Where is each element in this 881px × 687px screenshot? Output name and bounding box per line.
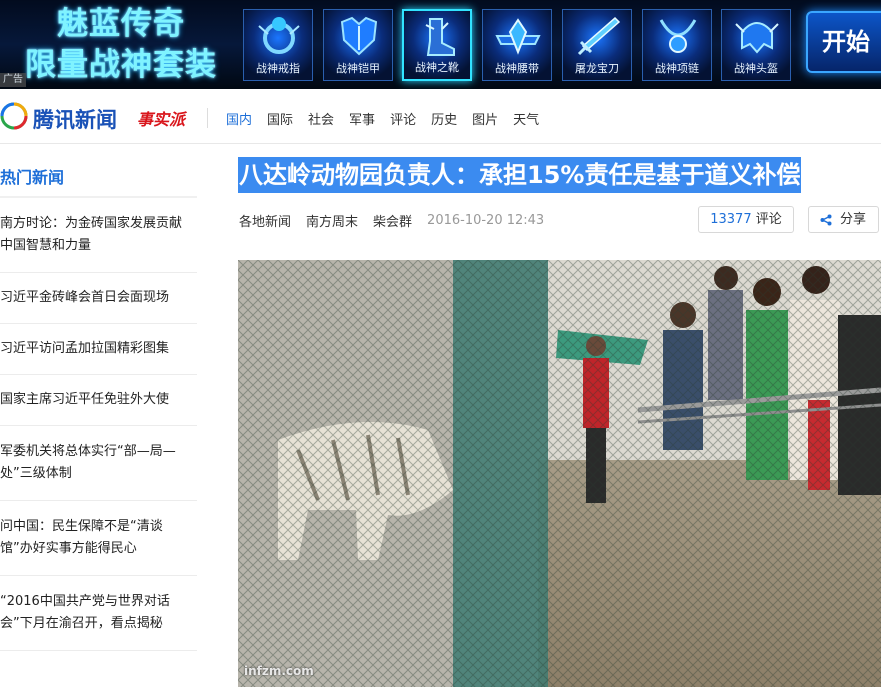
ad-item-label: 战神项链 <box>655 62 699 75</box>
hot-news-line: 处”三级体制 <box>0 466 72 481</box>
share-icon <box>820 214 832 226</box>
hot-news-line: 南方时论：为金砖国家发展贡献 <box>0 216 183 231</box>
ad-item-label: 屠龙宝刀 <box>575 62 619 75</box>
armor-icon <box>340 16 378 56</box>
hot-news-item[interactable]: 问中国：民生保障不是“清谈 馆”办好实事方能得民心 <box>0 501 197 576</box>
hot-news-line: 问中国：民生保障不是“清谈 <box>0 519 163 534</box>
article-photo[interactable] <box>238 260 881 687</box>
hot-news-item[interactable]: 习近平金砖峰会首日会面现场 <box>0 273 197 324</box>
channel-nav: 国内 国际 社会 军事 评论 历史 图片 天气 <box>226 109 554 128</box>
article-author: 柴会群 <box>373 215 413 230</box>
nav-divider <box>207 108 208 128</box>
hot-news-item[interactable]: 习近平访问孟加拉国精彩图集 <box>0 324 197 375</box>
hot-news-line: 中国智慧和力量 <box>0 238 92 253</box>
ad-item-ring[interactable]: 战神戒指 <box>243 9 313 81</box>
hot-news-line: 会”下月在渝召开，看点揭秘 <box>0 616 163 631</box>
ad-banner[interactable]: 魅蓝传奇 限量战神套装 广告 战神戒指 战神铠甲 战神之靴 战神腰带 屠龙宝刀 … <box>0 0 881 89</box>
hot-news-item[interactable]: 国家主席习近平任免驻外大使 <box>0 375 197 426</box>
article-meta: 各地新闻 南方周末 柴会群 2016-10-20 12:43 <box>239 211 544 230</box>
nav-link-pictures[interactable]: 图片 <box>472 109 498 128</box>
hot-news-item[interactable]: “2016中国共产党与世界对话 会”下月在渝召开，看点揭秘 <box>0 576 197 651</box>
ad-item-label: 战神戒指 <box>256 62 300 75</box>
nav-link-international[interactable]: 国际 <box>267 109 293 128</box>
nav-link-military[interactable]: 军事 <box>349 109 375 128</box>
hot-news-list: 南方时论：为金砖国家发展贡献 中国智慧和力量 习近平金砖峰会首日会面现场 习近平访… <box>0 198 197 651</box>
nav-link-weather[interactable]: 天气 <box>513 109 539 128</box>
comment-button[interactable]: 13377 评论 <box>698 206 794 233</box>
ad-title-line2: 限量战神套装 <box>25 47 217 83</box>
ad-item-necklace[interactable]: 战神项链 <box>642 9 712 81</box>
hot-news-line: 习近平访问孟加拉国精彩图集 <box>0 341 170 356</box>
article-source[interactable]: 南方周末 <box>306 211 358 230</box>
share-button[interactable]: 分享 <box>808 206 879 233</box>
ad-title-line1: 魅蓝传奇 <box>57 6 185 42</box>
article-time: 2016-10-20 12:43 <box>427 213 545 228</box>
ring-icon <box>258 17 300 54</box>
logo-text[interactable]: 腾讯新闻 <box>33 104 117 134</box>
ad-item-label: 战神之靴 <box>415 61 459 74</box>
necklace-icon <box>659 19 697 53</box>
hot-news-line: 馆”办好实事方能得民心 <box>0 541 137 556</box>
nav-link-domestic[interactable]: 国内 <box>226 109 252 128</box>
hot-news-line: “2016中国共产党与世界对话 <box>0 594 170 609</box>
hot-news-line: 国家主席习近平任免驻外大使 <box>0 392 170 407</box>
ad-title: 魅蓝传奇 限量战神套装 <box>12 4 230 86</box>
site-header: 腾讯新闻 事实派 国内 国际 社会 军事 评论 历史 图片 天气 <box>0 89 881 144</box>
hot-news-title: 热门新闻 <box>0 168 65 187</box>
ad-start-button[interactable]: 开始 <box>806 11 881 73</box>
nav-link-opinion[interactable]: 评论 <box>390 109 416 128</box>
zoo-fence-photo <box>238 260 881 687</box>
ad-item-belt[interactable]: 战神腰带 <box>482 9 552 81</box>
hot-news-line: 习近平金砖峰会首日会面现场 <box>0 290 170 305</box>
logo-badge[interactable]: 事实派 <box>137 106 185 130</box>
article-channel[interactable]: 各地新闻 <box>239 211 291 230</box>
ad-item-label: 战神头盔 <box>734 62 778 75</box>
ad-item-armor[interactable]: 战神铠甲 <box>323 9 393 81</box>
tencent-news-logo-icon[interactable] <box>0 102 28 130</box>
share-label: 分享 <box>840 212 867 227</box>
article-headline[interactable]: 八达岭动物园负责人：承担15%责任是基于道义补偿 <box>238 157 802 193</box>
hot-news-item[interactable]: 军委机关将总体实行“部—局— 处”三级体制 <box>0 426 197 501</box>
comment-count: 13377 <box>710 212 752 227</box>
ad-item-sword[interactable]: 屠龙宝刀 <box>562 9 632 81</box>
belt-icon <box>495 18 541 55</box>
ad-tag: 广告 <box>0 73 26 87</box>
comment-label: 评论 <box>755 212 782 227</box>
hot-news-line: 军委机关将总体实行“部—局— <box>0 444 176 459</box>
sword-icon <box>577 16 621 56</box>
nav-link-history[interactable]: 历史 <box>431 109 457 128</box>
ad-item-label: 战神腰带 <box>495 62 539 75</box>
ad-item-label: 战神铠甲 <box>336 62 380 75</box>
hot-news-item[interactable]: 南方时论：为金砖国家发展贡献 中国智慧和力量 <box>0 198 197 273</box>
nav-link-society[interactable]: 社会 <box>308 109 334 128</box>
photo-watermark: infzm.com <box>244 664 314 678</box>
boots-icon <box>425 18 455 56</box>
ad-item-helmet[interactable]: 战神头盔 <box>721 9 791 81</box>
ad-item-boots[interactable]: 战神之靴 <box>402 9 472 81</box>
helmet-icon <box>735 22 779 54</box>
